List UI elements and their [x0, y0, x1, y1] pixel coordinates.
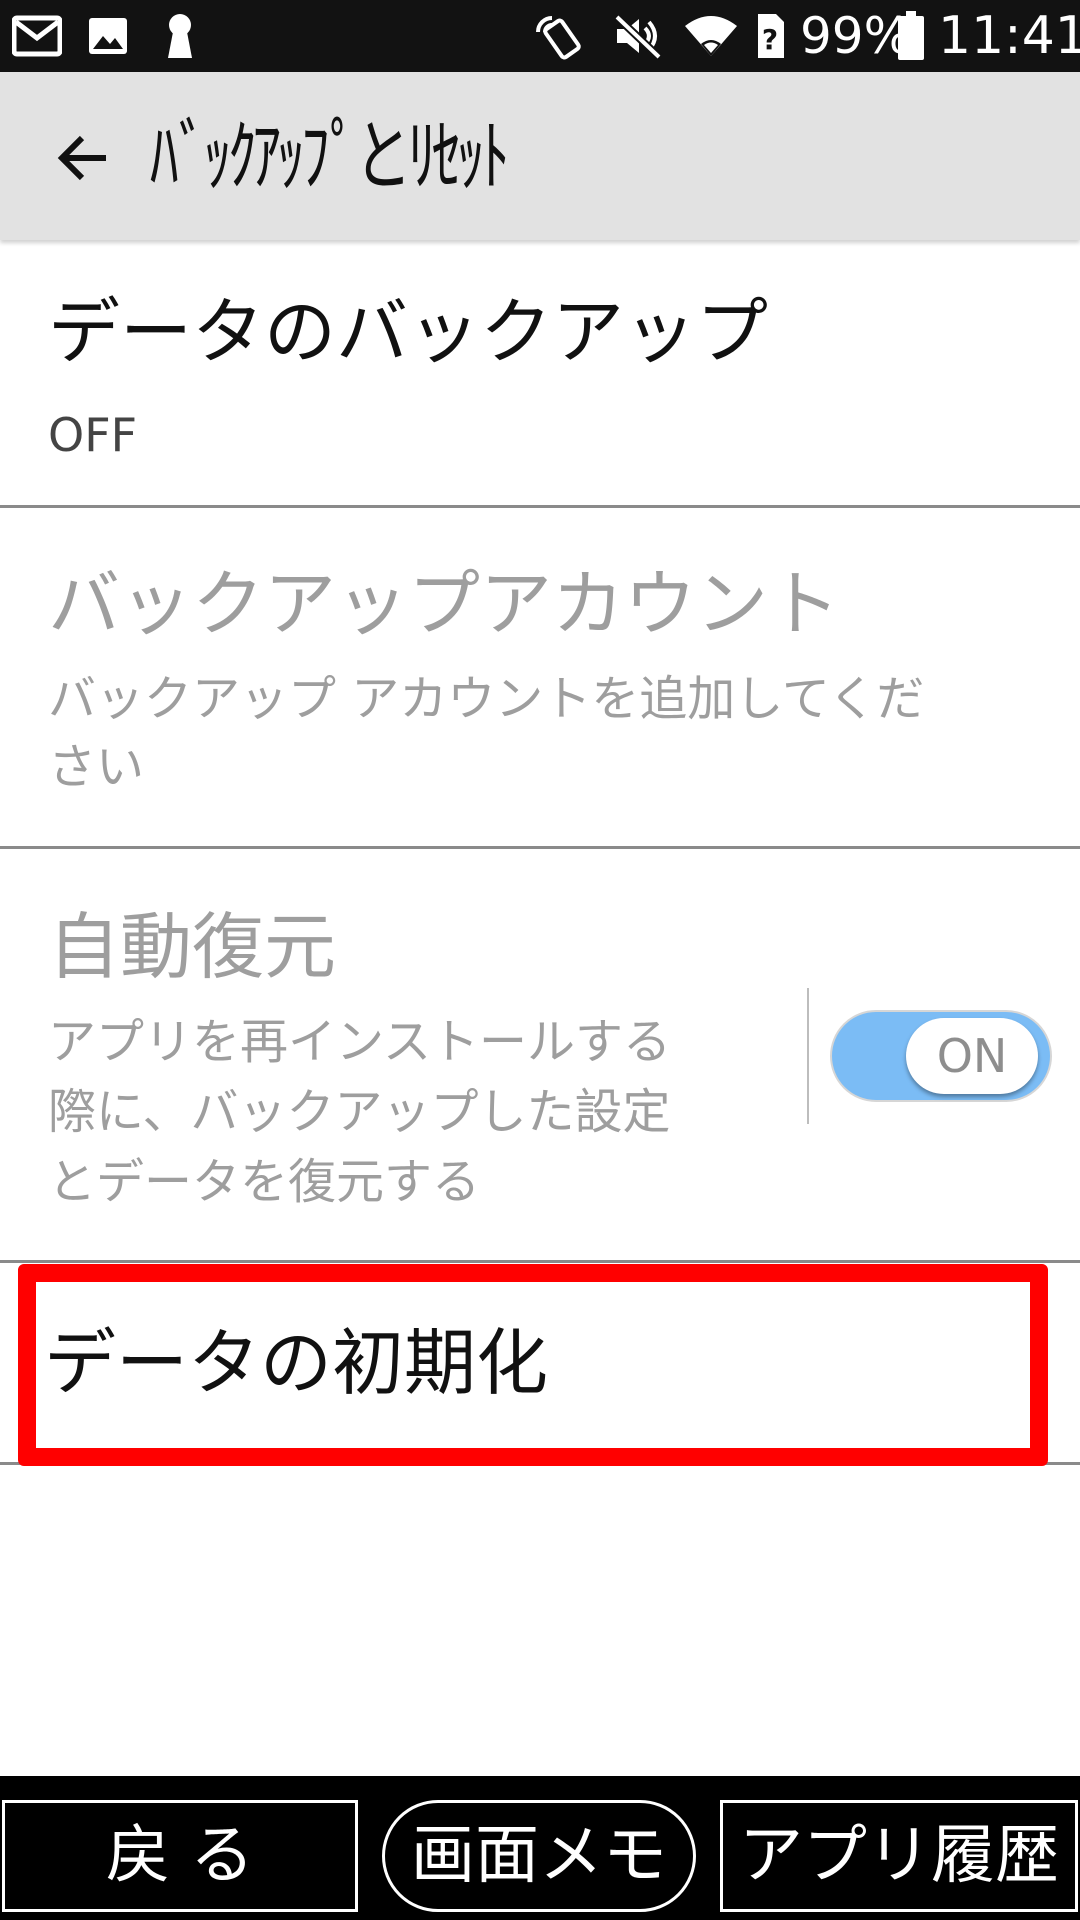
auto-restore-summary-line2: 際に、バックアップした設定 [48, 1084, 671, 1140]
auto-restore-title: 自動復元 [48, 905, 337, 989]
app-history-button[interactable]: アプリ履歴 [720, 1800, 1078, 1912]
auto-restore-toggle[interactable]: ON [830, 1010, 1052, 1102]
status-bar: ? 99% 11:41 [0, 0, 1080, 72]
data-backup-summary: OFF [48, 408, 138, 462]
mute-icon [610, 10, 666, 62]
backup-account-item[interactable]: バックアップアカウント バックアップ アカウントを追加してくだ さい [0, 508, 1080, 848]
backup-account-summary-line2: さい [48, 739, 145, 795]
screen-memo-button[interactable]: 画面メモ [382, 1800, 696, 1912]
toggle-label: ON [906, 1018, 1038, 1094]
data-backup-item[interactable]: データのバックアップ OFF [0, 240, 1080, 506]
backup-account-summary-line1: バックアップ アカウントを追加してくだ [48, 671, 925, 727]
toggle-separator [807, 988, 809, 1124]
arrow-left-icon[interactable] [52, 126, 116, 190]
auto-restore-summary-line3: とデータを復元する [48, 1154, 481, 1210]
clock: 11:41 [938, 6, 1080, 66]
svg-text:?: ? [762, 23, 778, 56]
sim-unknown-icon: ? [754, 10, 786, 62]
nfc-icon [530, 10, 586, 62]
gmail-icon [10, 10, 64, 62]
bottom-bar: 戻 る 画面メモ アプリ履歴 [0, 1776, 1080, 1920]
data-backup-title: データのバックアップ [48, 290, 769, 374]
auto-restore-summary-line1: アプリを再インストールする [48, 1014, 672, 1070]
wifi-icon [682, 10, 740, 62]
image-icon [86, 10, 130, 62]
highlight-box [18, 1264, 1048, 1466]
app-bar: ﾊﾞｯｸｱｯﾌﾟとﾘｾｯﾄ [0, 72, 1080, 240]
screen: ? 99% 11:41 ﾊﾞｯｸｱｯﾌﾟとﾘｾｯﾄ データのバックアップ OFF… [0, 0, 1080, 1920]
page-title: ﾊﾞｯｸｱｯﾌﾟとﾘｾｯﾄ [150, 112, 510, 202]
backup-account-title: バックアップアカウント [48, 562, 841, 646]
back-button[interactable]: 戻 る [2, 1800, 358, 1912]
battery-percent: 99% [800, 7, 912, 65]
keyhole-icon [160, 10, 200, 62]
battery-icon [896, 10, 926, 62]
